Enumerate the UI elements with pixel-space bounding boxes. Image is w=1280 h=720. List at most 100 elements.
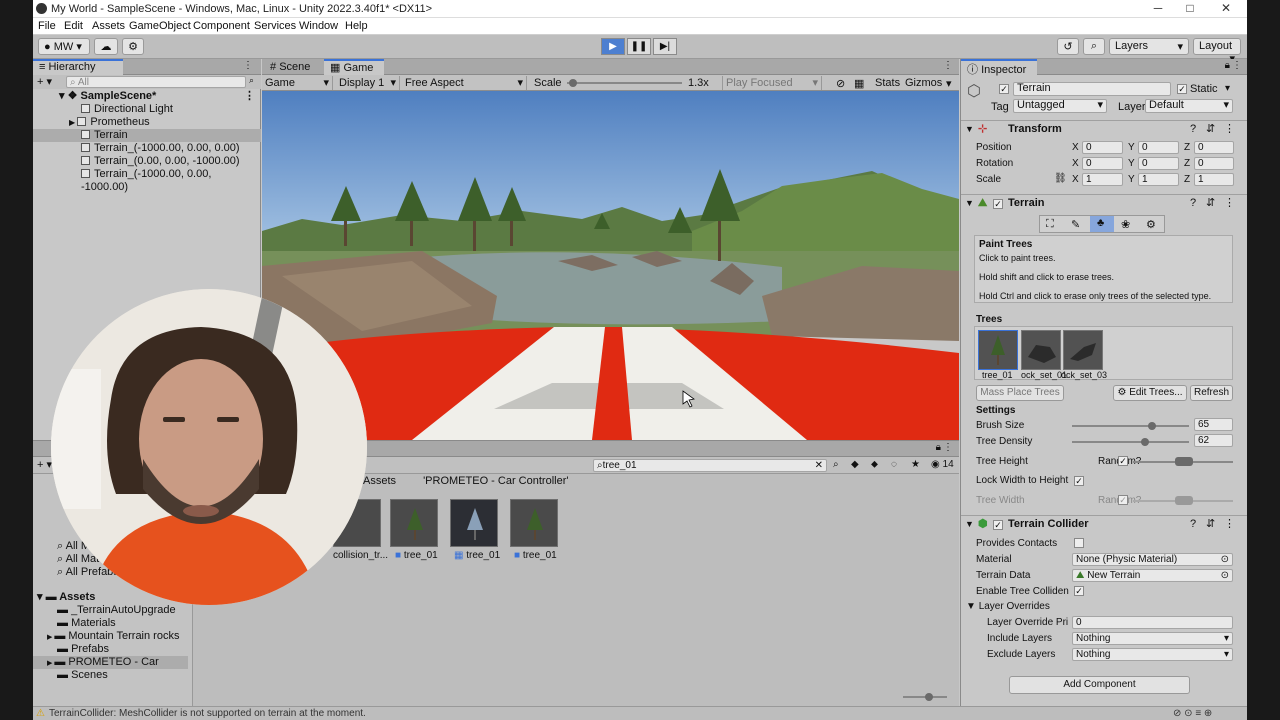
gizmos-button[interactable]: Gizmos — [905, 77, 942, 89]
collider-enabled-checkbox[interactable]: ✓ — [993, 520, 1003, 530]
status-message[interactable]: TerrainCollider: MeshCollider is not sup… — [49, 707, 366, 720]
layer-dropdown[interactable]: Default ▾ — [1145, 99, 1233, 113]
status-icons[interactable]: ⊘ ⊙ ≡ ⊕ — [1173, 707, 1212, 720]
material-field[interactable]: None (Physic Material) ⊙ — [1072, 553, 1233, 566]
refresh-button[interactable]: Refresh — [1190, 385, 1233, 401]
edit-trees-button[interactable]: ⚙ Edit Trees... — [1113, 385, 1187, 401]
rotation-x-field[interactable]: 0 — [1082, 157, 1123, 170]
mute-audio-icon[interactable]: ⊘ — [836, 77, 845, 90]
favorites-star-icon[interactable]: ★ — [911, 459, 920, 470]
lock-icon[interactable]: 🔒︎ — [1225, 60, 1230, 71]
layout-dropdown[interactable]: Layout▾ — [1193, 38, 1241, 65]
component-menu-icon[interactable]: ⋮ — [1224, 516, 1235, 533]
lock-width-checkbox[interactable]: ✓ — [1074, 476, 1084, 486]
preset-icon[interactable]: ⇵ — [1206, 516, 1215, 533]
play-focused-dropdown[interactable]: Play Focused ▾ — [722, 76, 822, 90]
include-layers-dropdown[interactable]: Nothing ▾ — [1072, 632, 1233, 645]
hierarchy-item[interactable]: Terrain_(-1000.00, 0.00, 0.00) — [33, 142, 261, 155]
scale-slider[interactable] — [567, 79, 682, 87]
scale-slider-knob[interactable] — [569, 79, 577, 87]
terrain-header[interactable]: ▼ ⛰ ✓ Terrain ? ⇵ ⋮ — [961, 194, 1247, 212]
hierarchy-item-selected[interactable]: Terrain — [33, 129, 261, 142]
folder-item[interactable]: ▬ Materials — [57, 617, 187, 630]
clear-search-icon[interactable]: ✕ — [815, 460, 823, 471]
account-dropdown[interactable]: ● MW ▾ — [38, 38, 90, 55]
terrain-collider-header[interactable]: ▼ ⬢ ✓ Terrain Collider ? ⇵ ⋮ — [961, 515, 1247, 533]
mass-place-trees-button[interactable]: Mass Place Trees — [976, 385, 1064, 401]
filter-by-label-icon[interactable]: ◆ — [851, 459, 859, 470]
game-viewport[interactable] — [262, 91, 959, 440]
position-y-field[interactable]: 0 — [1138, 141, 1179, 154]
terrain-data-field[interactable]: ⛰ New Terrain ⊙ — [1072, 569, 1233, 582]
layers-dropdown[interactable]: Layers ▾ — [1109, 38, 1189, 55]
add-component-button[interactable]: Add Component — [1009, 676, 1190, 694]
constrain-proportions-icon[interactable]: ⛓ — [1054, 173, 1067, 184]
tree-density-knob[interactable] — [1141, 438, 1149, 446]
paint-terrain-icon[interactable]: ✎ — [1071, 218, 1080, 231]
asset-thumbnail[interactable] — [390, 499, 438, 547]
help-icon[interactable]: ? — [1190, 516, 1196, 533]
scale-x-field[interactable]: 1 — [1082, 173, 1123, 186]
tree-width-range-handle[interactable] — [1175, 496, 1193, 505]
create-neighbor-icon[interactable]: ⛶ — [1046, 218, 1054, 231]
filter-by-type-icon[interactable]: ⬥ — [871, 459, 878, 470]
close-button[interactable]: ✕ — [1211, 1, 1241, 17]
scene-row[interactable]: ▾ ❖ SampleScene* ⋮ — [33, 90, 261, 103]
position-x-field[interactable]: 0 — [1082, 141, 1123, 154]
panel-menu-icon[interactable]: ⋮ — [1232, 60, 1242, 71]
menu-assets[interactable]: Assets — [92, 20, 125, 32]
search-button[interactable]: ⌕ — [1083, 38, 1105, 55]
search-by-type-icon[interactable]: ⌕ — [833, 459, 839, 470]
position-z-field[interactable]: 0 — [1194, 141, 1234, 154]
paint-trees-tool-active[interactable]: ♣ — [1090, 216, 1114, 232]
minimize-button[interactable]: ─ — [1143, 1, 1173, 17]
static-checkbox[interactable]: ✓ — [1177, 84, 1187, 94]
maximize-button[interactable]: □ — [1175, 1, 1205, 17]
provides-contacts-checkbox[interactable] — [1074, 538, 1084, 548]
rotation-z-field[interactable]: 0 — [1194, 157, 1234, 170]
terrain-settings-icon[interactable]: ⚙ — [1146, 218, 1156, 231]
lock-icon[interactable]: 🔒︎ — [936, 442, 941, 453]
asset-thumbnail[interactable] — [510, 499, 558, 547]
panel-menu-icon[interactable]: ⋮ — [243, 60, 253, 71]
object-picker-icon[interactable]: ⊙ — [1221, 570, 1229, 581]
step-button[interactable]: ▶| — [653, 38, 677, 55]
scene-menu-icon[interactable]: ⋮ — [244, 90, 255, 103]
tree-prototype[interactable] — [1021, 330, 1061, 370]
project-search-input[interactable]: ⌕tree_01 ✕ — [593, 459, 827, 472]
menu-help[interactable]: Help — [345, 20, 368, 32]
hierarchy-search-input[interactable]: ⌕ All — [66, 76, 246, 88]
enable-tree-colliders-checkbox[interactable]: ✓ — [1074, 586, 1084, 596]
folder-item[interactable]: ▬ Prefabs — [57, 643, 187, 656]
hierarchy-item[interactable]: ▶ Prometheus — [33, 116, 261, 129]
tree-prototype[interactable] — [1063, 330, 1103, 370]
component-menu-icon[interactable]: ⋮ — [1224, 195, 1235, 212]
menu-services[interactable]: Services — [254, 20, 296, 32]
layer-override-priority-field[interactable]: 0 — [1072, 616, 1233, 629]
menu-window[interactable]: Window — [299, 20, 338, 32]
tree-height-random-checkbox[interactable]: ✓ — [1118, 456, 1128, 466]
filter-icon[interactable]: ⌕ — [249, 75, 254, 86]
scale-z-field[interactable]: 1 — [1194, 173, 1234, 186]
static-dropdown-icon[interactable]: ▾ — [1225, 83, 1230, 94]
tree-width-random-checkbox[interactable]: ✓ — [1118, 495, 1128, 505]
menu-edit[interactable]: Edit — [64, 20, 83, 32]
settings-button[interactable]: ⚙ — [122, 38, 144, 55]
breadcrumb-assets[interactable]: Assets — [363, 475, 396, 487]
visibility-icon[interactable]: ◉ 14 — [931, 459, 954, 470]
game-mode-dropdown[interactable]: Game ▾ — [262, 76, 333, 90]
stats-button[interactable]: Stats — [875, 77, 900, 89]
panel-menu-icon[interactable]: ⋮ — [943, 442, 953, 453]
brush-size-knob[interactable] — [1148, 422, 1156, 430]
brush-size-slider[interactable] — [1072, 422, 1189, 430]
tag-dropdown[interactable]: Untagged ▾ — [1013, 99, 1107, 113]
cloud-button[interactable]: ☁ — [94, 38, 118, 55]
exclude-layers-dropdown[interactable]: Nothing ▾ — [1072, 648, 1233, 661]
layer-overrides-foldout[interactable]: ▼ Layer Overrides — [966, 601, 1050, 612]
gizmos-dropdown-arrow-icon[interactable]: ▾ — [946, 77, 952, 90]
tree-width-range-slider[interactable] — [1133, 496, 1233, 505]
folder-item[interactable]: ▶ ▬ Mountain Terrain rocks a — [47, 630, 187, 643]
thumbnail-size-slider[interactable] — [903, 693, 947, 701]
thumbnail-size-knob[interactable] — [925, 693, 933, 701]
tree-height-range-slider[interactable] — [1133, 457, 1233, 466]
